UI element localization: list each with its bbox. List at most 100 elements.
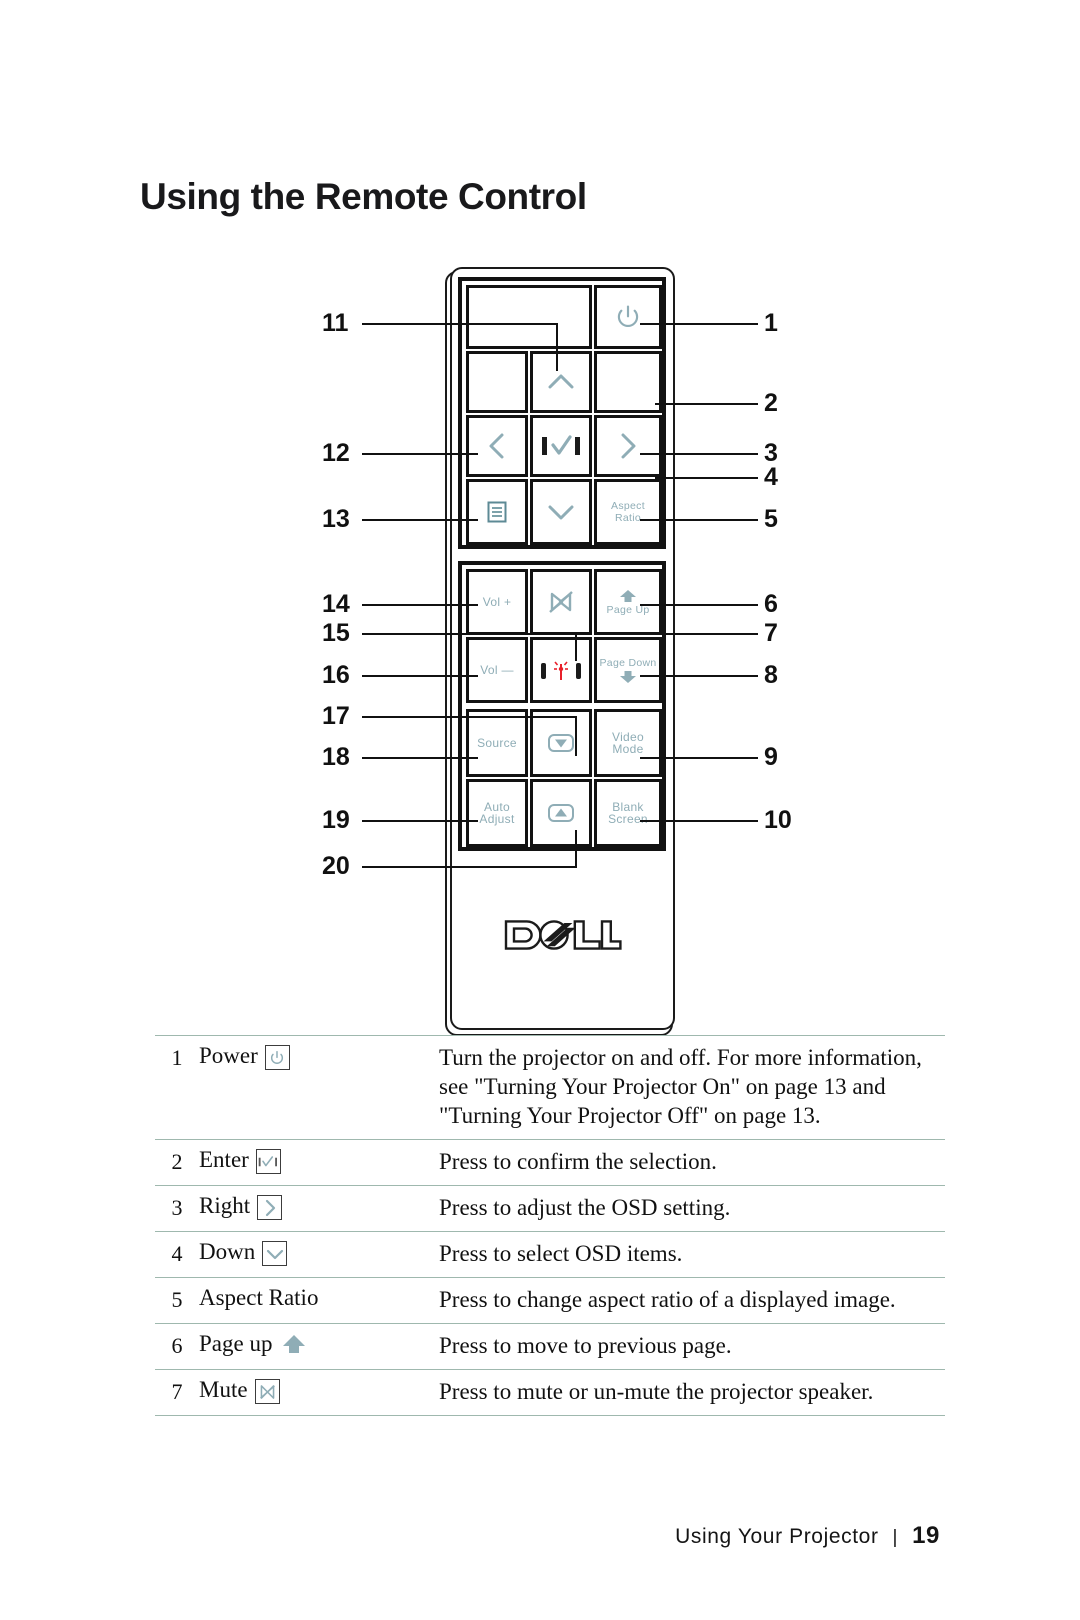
keystone-up-icon (548, 734, 574, 752)
leader-20 (362, 866, 577, 868)
callout-15: 15 (322, 619, 350, 647)
page-up-arrow-icon (279, 1331, 309, 1357)
callout-8: 8 (764, 661, 778, 689)
leader-14 (362, 604, 478, 606)
key-auto-adjust-label-1: Auto (484, 800, 510, 814)
enter-check-icon (255, 1149, 281, 1174)
key-keystone-down[interactable] (530, 779, 592, 847)
row-description: Press to select OSD items. (439, 1241, 683, 1266)
row-label-text: Enter (199, 1147, 249, 1172)
key-right[interactable] (594, 415, 662, 477)
footer-separator: | (892, 1527, 899, 1548)
callout-16: 16 (322, 661, 350, 689)
row-label: Page up (199, 1324, 439, 1369)
page-up-arrow-icon (620, 589, 636, 602)
mute-icon (549, 591, 573, 613)
key-keystone-up[interactable] (530, 709, 592, 777)
power-icon (264, 1045, 290, 1070)
footer-section: Using Your Projector (675, 1525, 879, 1548)
leader-15 (362, 633, 577, 635)
up-arrow-icon (548, 374, 574, 389)
remote-control-figure: Aspect Ratio Vol + Page Up Vol — Page Do… (150, 255, 940, 1036)
row-label-text: Page up (199, 1331, 273, 1356)
callout-9: 9 (764, 743, 778, 771)
key-video-mode[interactable]: Video Mode (594, 709, 662, 777)
table-row: 5 Aspect Ratio Press to change aspect ra… (155, 1277, 945, 1323)
row-description: Press to mute or un-mute the projector s… (439, 1379, 874, 1404)
key-menu[interactable] (466, 479, 528, 545)
key-blank-screen[interactable]: Blank Screen (594, 779, 662, 847)
leader-3 (640, 453, 758, 455)
row-description: Turn the projector on and off. For more … (439, 1045, 922, 1128)
key-down[interactable] (530, 479, 592, 545)
row-label: Down (199, 1232, 439, 1277)
key-power[interactable] (594, 285, 662, 349)
right-arrow-icon (621, 433, 636, 459)
key-vol-up-label: Vol + (482, 595, 512, 609)
row-label: Mute (199, 1370, 439, 1415)
key-vol-up[interactable]: Vol + (466, 569, 528, 635)
callout-1: 1 (764, 309, 778, 337)
callout-11: 11 (322, 309, 349, 337)
key-source[interactable]: Source (466, 709, 528, 777)
table-row: 3 Right Press to adjust the OSD setting. (155, 1185, 945, 1231)
row-description: Press to change aspect ratio of a displa… (439, 1287, 896, 1312)
key-left[interactable] (466, 415, 528, 477)
key-auto-adjust-label-2: Adjust (479, 812, 515, 826)
row-number: 7 (171, 1379, 183, 1404)
key-up[interactable] (530, 351, 592, 413)
leader-10 (640, 820, 758, 822)
key-auto-adjust[interactable]: Auto Adjust (466, 779, 528, 847)
row-label-text: Power (199, 1043, 258, 1068)
row-number: 2 (171, 1149, 183, 1174)
leader-5 (640, 519, 758, 521)
leader-13 (362, 519, 478, 521)
enter-check-icon (542, 435, 580, 455)
key-laser[interactable] (530, 637, 592, 703)
remote-top-panel: Aspect Ratio (458, 277, 666, 549)
key-mute[interactable] (530, 569, 592, 635)
callout-18: 18 (322, 743, 350, 771)
table-row: 2 Enter Press to confirm the selection. (155, 1139, 945, 1185)
leader-12 (362, 453, 478, 455)
page-title: Using the Remote Control (140, 176, 587, 217)
callout-2: 2 (764, 389, 778, 417)
key-vol-down[interactable]: Vol — (466, 637, 528, 703)
row-number: 3 (171, 1195, 183, 1220)
key-page-down[interactable]: Page Down (594, 637, 662, 703)
key-vol-down-label: Vol — (480, 663, 514, 677)
row-label: Power (199, 1036, 439, 1139)
key-aspect-ratio[interactable]: Aspect Ratio (594, 479, 662, 545)
table-row: 1 Power Turn the projector on and off. F… (155, 1035, 945, 1139)
mute-icon (254, 1379, 280, 1404)
key-blank-midleft (466, 351, 528, 413)
row-label-text: Down (199, 1239, 256, 1264)
menu-icon (487, 501, 507, 523)
key-blank-midright (594, 351, 662, 413)
row-number: 4 (171, 1241, 183, 1266)
leader-7 (655, 633, 758, 635)
key-page-up[interactable]: Page Up (594, 569, 662, 635)
table-row: 6 Page up Press to move to previous page… (155, 1323, 945, 1369)
leader-19 (362, 820, 478, 822)
key-enter[interactable] (530, 415, 592, 477)
key-aspect-ratio-label-1: Aspect (611, 500, 645, 512)
row-description: Press to move to previous page. (439, 1333, 732, 1358)
leader-8 (640, 675, 758, 677)
page-footer: Using Your Projector | 19 (675, 1522, 940, 1550)
left-arrow-icon (489, 433, 504, 459)
callout-20: 20 (322, 852, 350, 880)
callout-7: 7 (764, 619, 778, 647)
table-row: 4 Down Press to select OSD items. (155, 1231, 945, 1277)
leader-17 (362, 716, 577, 718)
footer-page-number: 19 (912, 1522, 940, 1549)
callout-19: 19 (322, 806, 350, 834)
down-arrow-icon (262, 1241, 288, 1266)
key-blank-screen-label-1: Blank (612, 800, 644, 814)
callout-13: 13 (322, 505, 350, 533)
callout-10: 10 (764, 806, 792, 834)
leader-2 (655, 403, 758, 405)
keystone-down-icon (548, 804, 574, 822)
row-number: 5 (171, 1287, 183, 1312)
leader-20-v (575, 830, 577, 868)
